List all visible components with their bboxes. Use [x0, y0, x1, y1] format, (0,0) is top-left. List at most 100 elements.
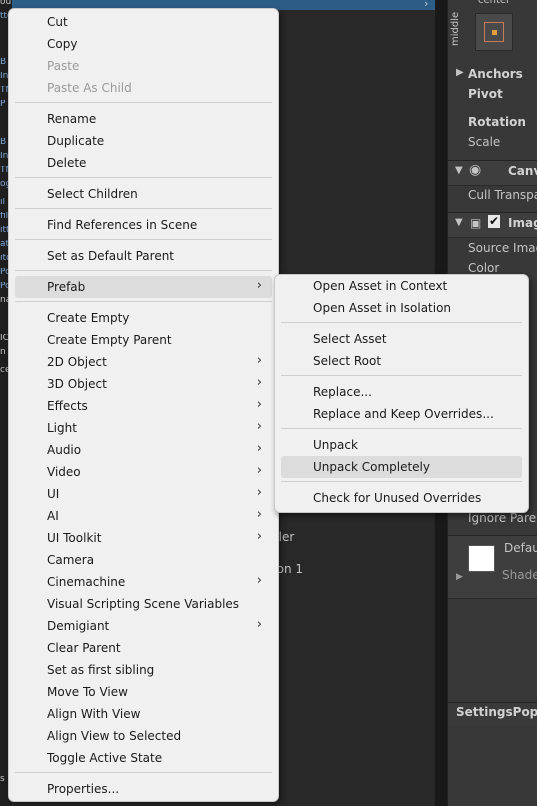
menu-separator	[15, 102, 272, 103]
menu-item-properties[interactable]: Properties...	[15, 778, 272, 800]
menu-item-audio[interactable]: Audio ›	[15, 439, 272, 461]
menu-separator	[281, 375, 522, 376]
menu-item-set-as-first-sibling[interactable]: Set as first sibling	[15, 659, 272, 681]
menu-item-light[interactable]: Light ›	[15, 417, 272, 439]
menu-item-visual-scripting-scene-variables[interactable]: Visual Scripting Scene Variables	[15, 593, 272, 615]
chevron-right-icon[interactable]: ›	[424, 0, 428, 10]
menu-item-prefab[interactable]: Prefab ›	[15, 276, 272, 298]
menu-item-video[interactable]: Video ›	[15, 461, 272, 483]
pivot-label: Pivot	[468, 87, 503, 101]
menu-item-label: Align View to Selected	[47, 729, 182, 743]
anchor-preset-button[interactable]	[475, 13, 513, 51]
menu-item-cinemachine[interactable]: Cinemachine ›	[15, 571, 272, 593]
menu-item-duplicate[interactable]: Duplicate	[15, 130, 272, 152]
menu-item-label: Select Root	[313, 354, 382, 368]
menu-item-label: Create Empty	[47, 311, 130, 325]
menu-item-open-asset-in-isolation[interactable]: Open Asset in Isolation	[281, 297, 522, 319]
menu-item-label: Cinemachine	[47, 575, 126, 589]
foldout-arrow-icon[interactable]: ▼	[455, 217, 463, 228]
chevron-right-icon: ›	[256, 397, 262, 412]
menu-item-label: UI Toolkit	[47, 531, 102, 545]
menu-item-select-children[interactable]: Select Children	[15, 183, 272, 205]
menu-item-toggle-active-state[interactable]: Toggle Active State	[15, 747, 272, 769]
menu-item-label: Select Children	[47, 187, 138, 201]
menu-item-rename[interactable]: Rename	[15, 108, 272, 130]
menu-item-effects[interactable]: Effects ›	[15, 395, 272, 417]
menu-item-label: Create Empty Parent	[47, 333, 172, 347]
menu-item-label: 2D Object	[47, 355, 107, 369]
menu-item-label: Effects	[47, 399, 88, 413]
menu-item-3d-object[interactable]: 3D Object ›	[15, 373, 272, 395]
menu-item-set-as-default-parent[interactable]: Set as Default Parent	[15, 245, 272, 267]
menu-item-label: Clear Parent	[47, 641, 121, 655]
chevron-right-icon: ›	[256, 463, 262, 478]
menu-item-label: Replace and Keep Overrides...	[313, 407, 494, 421]
menu-item-ui[interactable]: UI ›	[15, 483, 272, 505]
menu-item-label: Audio	[47, 443, 82, 457]
menu-item-select-root[interactable]: Select Root	[281, 350, 522, 372]
menu-item-label: Check for Unused Overrides	[313, 491, 482, 505]
menu-item-move-to-view[interactable]: Move To View	[15, 681, 272, 703]
pivot-preset-label: center	[478, 0, 511, 6]
chevron-right-icon: ›	[256, 441, 262, 456]
chevron-right-icon: ›	[256, 419, 262, 434]
menu-separator	[281, 322, 522, 323]
foldout-arrow-icon[interactable]: ▼	[455, 165, 463, 176]
menu-item-create-empty-parent[interactable]: Create Empty Parent	[15, 329, 272, 351]
menu-item-label: Prefab	[47, 280, 86, 294]
menu-separator	[15, 772, 272, 773]
menu-item-replace[interactable]: Replace...	[281, 381, 522, 403]
bottom-panel-title[interactable]: SettingsPopu	[456, 705, 537, 719]
material-name: Defau	[504, 541, 537, 555]
checkbox-icon[interactable]: ✔	[488, 215, 501, 228]
menu-item-ui-toolkit[interactable]: UI Toolkit ›	[15, 527, 272, 549]
foldout-arrow-icon[interactable]: ▶	[456, 67, 464, 78]
cull-transparent-label: Cull Transpa	[468, 188, 537, 202]
menu-item-align-with-view[interactable]: Align With View	[15, 703, 272, 725]
anchors-label[interactable]: Anchors	[468, 67, 523, 81]
menu-item-open-asset-in-context[interactable]: Open Asset in Context	[281, 275, 522, 297]
menu-item-label: Paste As Child	[47, 81, 132, 95]
chevron-right-icon: ›	[256, 617, 262, 632]
menu-item-clear-parent[interactable]: Clear Parent	[15, 637, 272, 659]
menu-separator	[15, 301, 272, 302]
menu-separator	[15, 177, 272, 178]
menu-item-unpack[interactable]: Unpack	[281, 434, 522, 456]
image-icon: ▣	[470, 216, 482, 230]
menu-item-align-view-to-selected[interactable]: Align View to Selected	[15, 725, 272, 747]
menu-item-label: Move To View	[47, 685, 128, 699]
menu-item-unpack-completely[interactable]: Unpack Completely	[281, 456, 522, 478]
hierarchy-item-fragment[interactable]: oup	[0, 0, 12, 7]
menu-separator	[15, 239, 272, 240]
prefab-submenu: Open Asset in Context Open Asset in Isola…	[274, 274, 529, 513]
menu-item-delete[interactable]: Delete	[15, 152, 272, 174]
chevron-right-icon: ›	[256, 278, 262, 293]
menu-item-label: Find References in Scene	[47, 218, 198, 232]
menu-item-label: Set as Default Parent	[47, 249, 175, 263]
menu-item-replace-and-keep-overrides[interactable]: Replace and Keep Overrides...	[281, 403, 522, 425]
menu-item-label: Rename	[47, 112, 97, 126]
foldout-arrow-icon[interactable]: ▶	[456, 572, 463, 582]
menu-item-cut[interactable]: Cut	[15, 11, 272, 33]
menu-item-copy[interactable]: Copy	[15, 33, 272, 55]
menu-item-find-references-in-scene[interactable]: Find References in Scene	[15, 214, 272, 236]
chevron-right-icon: ›	[256, 507, 262, 522]
source-image-label: Source Imag	[468, 241, 537, 255]
material-preview	[468, 545, 495, 572]
menu-item-label: Select Asset	[313, 332, 387, 346]
anchor-side-label: middle	[450, 11, 461, 46]
menu-item-select-asset[interactable]: Select Asset	[281, 328, 522, 350]
menu-item-camera[interactable]: Camera	[15, 549, 272, 571]
anchor-dot	[492, 30, 497, 35]
menu-item-ai[interactable]: AI ›	[15, 505, 272, 527]
shader-label[interactable]: Shade	[502, 568, 537, 582]
menu-item-label: Cut	[47, 15, 68, 29]
chevron-right-icon: ›	[256, 573, 262, 588]
menu-item-create-empty[interactable]: Create Empty	[15, 307, 272, 329]
menu-item-paste-as-child: Paste As Child	[15, 77, 272, 99]
menu-item-check-for-unused-overrides[interactable]: Check for Unused Overrides	[281, 487, 522, 509]
menu-item-label: Toggle Active State	[47, 751, 163, 765]
menu-item-2d-object[interactable]: 2D Object ›	[15, 351, 272, 373]
menu-item-demigiant[interactable]: Demigiant ›	[15, 615, 272, 637]
menu-item-label: Demigiant	[47, 619, 110, 633]
